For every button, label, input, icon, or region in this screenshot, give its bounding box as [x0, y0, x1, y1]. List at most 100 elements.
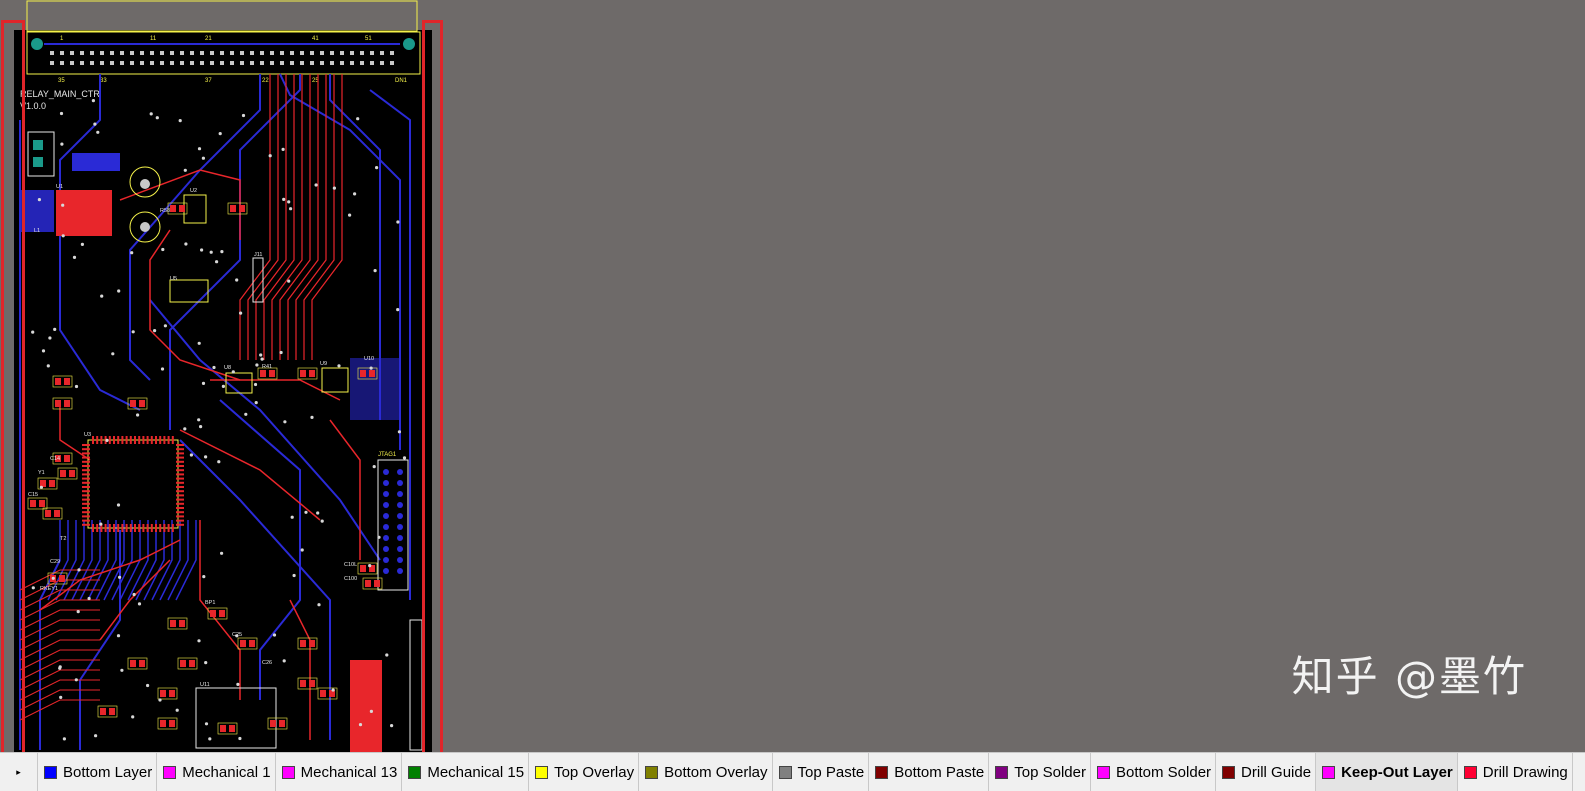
smd-pad — [300, 370, 306, 377]
layer-tab-label: Top Paste — [797, 763, 865, 781]
layer-tab-label: Bottom Solder — [1115, 763, 1212, 781]
header-label-top-5: 51 — [365, 36, 372, 42]
designator-label: R41 — [262, 364, 272, 370]
mcu-pin — [96, 436, 99, 444]
jtag-pin — [383, 568, 389, 574]
via — [48, 336, 52, 340]
designator-label: U8 — [224, 365, 231, 371]
via — [61, 203, 65, 207]
layer-tab-top-overlay[interactable]: Top Overlay — [529, 753, 640, 791]
via — [39, 485, 44, 489]
layer-tab-mechanical-1[interactable]: Mechanical 1 — [157, 753, 276, 791]
designator-label: U5 — [170, 276, 177, 282]
header-pin — [140, 51, 144, 55]
header-pin — [190, 51, 194, 55]
header-pin — [270, 61, 274, 65]
smd-pad — [309, 370, 315, 377]
smd-pad — [360, 565, 366, 572]
pcb-board[interactable]: 1 11 21 41 51 35 33 37 22 25 DN1 RELAY_M… — [0, 0, 450, 752]
mcu-pin — [108, 436, 111, 444]
header-pin — [380, 51, 384, 55]
pcb-drawing[interactable]: 1 11 21 41 51 35 33 37 22 25 DN1 RELAY_M… — [0, 0, 450, 752]
via — [358, 723, 363, 727]
layer-tab-bottom-solder[interactable]: Bottom Solder — [1091, 753, 1217, 791]
mcu-pin — [176, 444, 184, 446]
via — [287, 200, 291, 204]
via — [268, 154, 272, 158]
smd-pad — [229, 725, 235, 732]
mcu-pin — [82, 490, 90, 493]
jtag-pin — [397, 480, 403, 486]
via — [59, 695, 63, 700]
layer-tab-bottom-paste[interactable]: Bottom Paste — [869, 753, 990, 791]
layer-tab-label: Mechanical 13 — [300, 763, 398, 781]
layer-tab-top-solder[interactable]: Top Solder — [989, 753, 1091, 791]
mcu-pin — [150, 524, 153, 532]
smd-pad — [270, 720, 276, 727]
smd-pad — [169, 690, 175, 697]
via — [41, 349, 46, 353]
layer-tab-keep-out-layer[interactable]: Keep-Out Layer — [1316, 753, 1458, 791]
via — [209, 250, 213, 254]
mcu-pin — [176, 452, 184, 455]
via — [99, 522, 103, 526]
mcu-pin — [92, 436, 94, 444]
smd-pad — [179, 620, 185, 627]
smd-pad — [49, 480, 55, 487]
mcu-pin — [138, 436, 141, 444]
pcb-canvas[interactable]: 1 11 21 41 51 35 33 37 22 25 DN1 RELAY_M… — [0, 0, 1585, 757]
layer-tab-drill-drawing[interactable]: Drill Drawing — [1458, 753, 1573, 791]
board-name-label: RELAY_MAIN_CTR — [20, 89, 100, 99]
smd-pad — [300, 680, 306, 687]
header-pin — [110, 51, 114, 55]
via — [239, 311, 243, 315]
tab-scroll-arrow[interactable]: ▸ — [0, 753, 38, 791]
layer-tab-drill-guide[interactable]: Drill Guide — [1216, 753, 1317, 791]
layer-color-swatch — [1096, 765, 1110, 779]
jtag-pin — [397, 513, 403, 519]
header-label-bottom-1: 35 — [58, 78, 65, 84]
header-pin — [310, 61, 314, 65]
via — [281, 147, 285, 151]
header-label-bottom-3: 37 — [205, 78, 212, 84]
header-pin — [70, 61, 74, 65]
via — [130, 251, 134, 255]
via — [199, 425, 203, 429]
layer-tab-mechanical-15[interactable]: Mechanical 15 — [402, 753, 530, 791]
designator-label: C25 — [232, 632, 242, 638]
via — [58, 666, 62, 670]
mcu-pin — [121, 524, 124, 532]
mcu-pin — [134, 436, 136, 444]
mcu-pin — [163, 524, 166, 532]
mcu-pin — [146, 524, 149, 532]
via — [272, 633, 277, 637]
header-pin — [220, 51, 224, 55]
designator-label: Y1 — [38, 470, 45, 476]
layer-tab-top-paste[interactable]: Top Paste — [773, 753, 870, 791]
smd-pad — [60, 470, 66, 477]
header-pin — [120, 51, 124, 55]
mcu-pin — [82, 452, 90, 455]
mcu-pin — [82, 448, 90, 451]
mcu-pin — [171, 436, 174, 444]
smd-pad — [170, 620, 176, 627]
via — [287, 279, 291, 283]
layer-color-swatch — [535, 765, 549, 779]
mcu-pin — [176, 448, 184, 451]
via — [204, 455, 208, 459]
layer-tab-mechanical-13[interactable]: Mechanical 13 — [276, 753, 403, 791]
layer-tab-label: Drill Drawing — [1482, 763, 1568, 781]
layer-tab-bottom-layer[interactable]: Bottom Layer — [38, 753, 158, 791]
jtag-pin — [383, 513, 389, 519]
mcu-pin — [142, 524, 145, 532]
header-pin — [150, 51, 154, 55]
mcu-pin — [82, 460, 90, 463]
smd-pad — [220, 725, 226, 732]
jtag-pin — [397, 535, 403, 541]
smd-pad — [320, 690, 326, 697]
via — [353, 192, 357, 196]
layer-tab-bottom-overlay[interactable]: Bottom Overlay — [639, 753, 773, 791]
via — [91, 99, 95, 103]
via — [204, 661, 208, 665]
via — [253, 382, 258, 387]
